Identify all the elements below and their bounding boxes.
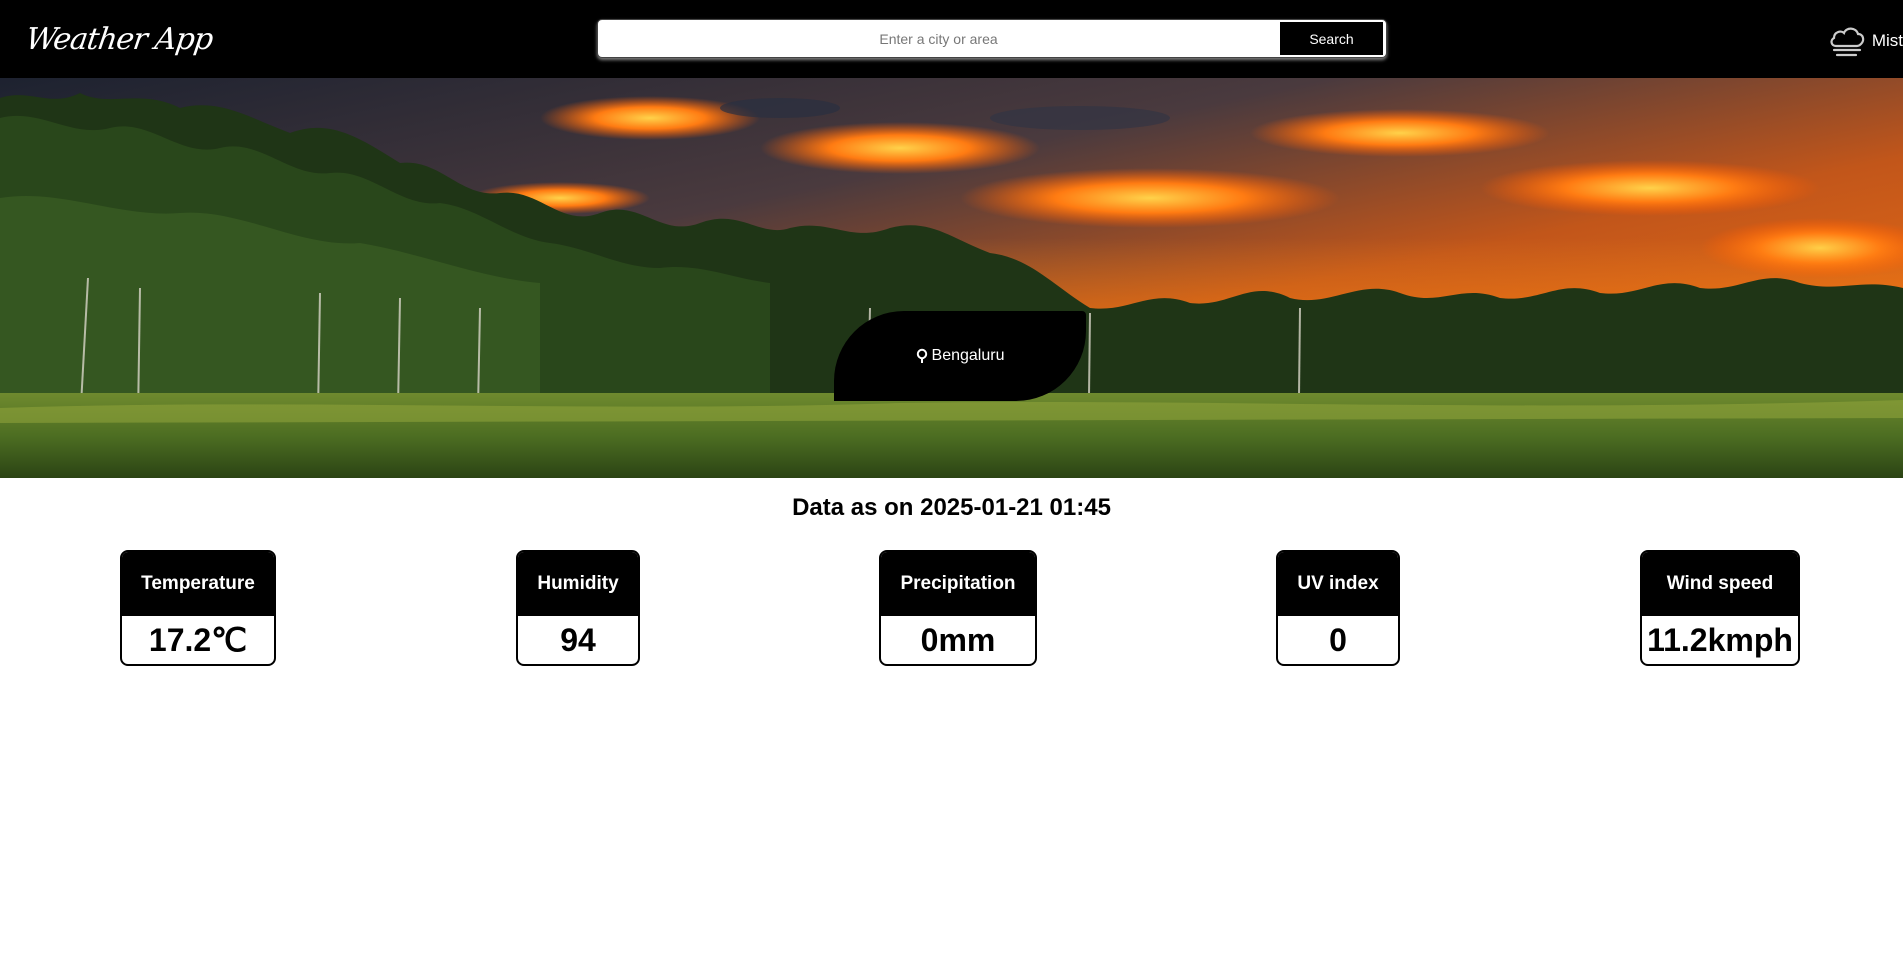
search-button[interactable]: Search bbox=[1280, 22, 1383, 55]
sunset-forest-illustration bbox=[0, 78, 1903, 478]
metric-value: 0mm bbox=[920, 621, 996, 658]
metric-value: 17.2℃ bbox=[148, 622, 248, 658]
metric-card-humidity: Humidity 94 bbox=[516, 550, 640, 666]
metric-value: 11.2kmph bbox=[1647, 621, 1793, 658]
metric-label: Humidity bbox=[518, 552, 638, 616]
metric-value: 0 bbox=[1329, 621, 1347, 658]
search-input[interactable] bbox=[601, 22, 1276, 55]
timestamp-label: Data as on bbox=[792, 494, 914, 521]
hero-landscape-image: Bengaluru bbox=[0, 78, 1903, 478]
data-timestamp: Data as on 2025-01-21 01:45 bbox=[0, 494, 1903, 522]
current-condition: Mist bbox=[1828, 22, 1903, 60]
metric-card-wind-speed: Wind speed 11.2kmph bbox=[1640, 550, 1800, 666]
condition-label: Mist bbox=[1871, 31, 1903, 50]
location-badge: Bengaluru bbox=[834, 311, 1086, 401]
app-logo[interactable]: Weather App bbox=[23, 20, 215, 60]
metric-value: 94 bbox=[560, 621, 596, 658]
top-navbar: Weather App Search Mist bbox=[0, 0, 1903, 78]
metric-card-uv-index: UV index 0 bbox=[1276, 550, 1400, 666]
metric-card-temperature: Temperature 17.2℃ bbox=[120, 550, 276, 666]
map-pin-icon bbox=[916, 348, 928, 364]
metric-label: Temperature bbox=[122, 552, 274, 616]
search-bar: Search bbox=[597, 19, 1387, 58]
timestamp-value: 2025-01-21 01:45 bbox=[920, 494, 1111, 521]
metric-label: UV index bbox=[1278, 552, 1398, 616]
metric-label: Wind speed bbox=[1642, 552, 1798, 616]
cloud-fog-icon bbox=[1830, 27, 1865, 57]
location-name: Bengaluru bbox=[931, 347, 1005, 364]
metric-label: Precipitation bbox=[881, 552, 1035, 616]
metric-card-precipitation: Precipitation 0mm bbox=[879, 550, 1037, 666]
